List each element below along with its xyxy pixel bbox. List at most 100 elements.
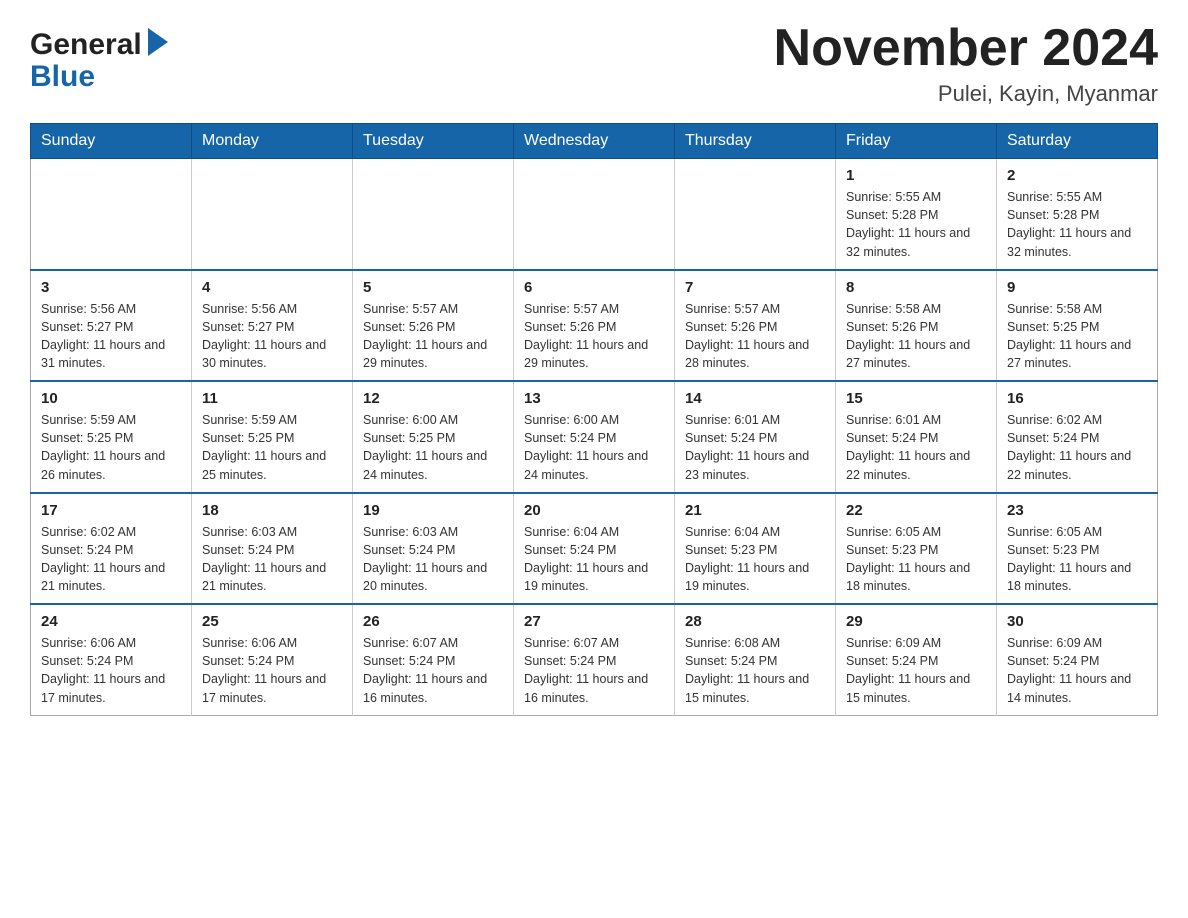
logo-svg: General Blue (30, 20, 190, 92)
day-number: 19 (363, 502, 503, 519)
calendar-cell: 11 Sunrise: 5:59 AM Sunset: 5:25 PM Dayli… (192, 381, 353, 493)
day-number: 10 (41, 390, 181, 407)
day-number: 2 (1007, 167, 1147, 184)
calendar-cell (192, 159, 353, 270)
day-number: 18 (202, 502, 342, 519)
page-header: General Blue November 2024 Pulei, Kayin,… (30, 20, 1158, 107)
weekday-header-row: SundayMondayTuesdayWednesdayThursdayFrid… (31, 124, 1158, 159)
calendar-cell: 10 Sunrise: 5:59 AM Sunset: 5:25 PM Dayli… (31, 381, 192, 493)
day-info: Sunrise: 6:02 AM Sunset: 5:24 PM Dayligh… (41, 523, 181, 596)
day-number: 24 (41, 613, 181, 630)
day-info: Sunrise: 5:59 AM Sunset: 5:25 PM Dayligh… (41, 411, 181, 484)
calendar-row-4: 17 Sunrise: 6:02 AM Sunset: 5:24 PM Dayli… (31, 493, 1158, 605)
day-number: 1 (846, 167, 986, 184)
calendar-cell: 3 Sunrise: 5:56 AM Sunset: 5:27 PM Daylig… (31, 270, 192, 382)
calendar-cell: 9Sunrise: 5:58 AM Sunset: 5:25 PM Daylig… (997, 270, 1158, 382)
month-title: November 2024 (774, 20, 1158, 77)
calendar-cell: 2 Sunrise: 5:55 AM Sunset: 5:28 PM Daylig… (997, 159, 1158, 270)
day-info: Sunrise: 5:57 AM Sunset: 5:26 PM Dayligh… (363, 300, 503, 373)
day-info: Sunrise: 5:59 AM Sunset: 5:25 PM Dayligh… (202, 411, 342, 484)
day-info: Sunrise: 5:55 AM Sunset: 5:28 PM Dayligh… (1007, 188, 1147, 261)
day-info: Sunrise: 6:08 AM Sunset: 5:24 PM Dayligh… (685, 634, 825, 707)
day-number: 5 (363, 279, 503, 296)
calendar-row-3: 10 Sunrise: 5:59 AM Sunset: 5:25 PM Dayli… (31, 381, 1158, 493)
day-number: 20 (524, 502, 664, 519)
calendar-cell: 14 Sunrise: 6:01 AM Sunset: 5:24 PM Dayli… (675, 381, 836, 493)
day-info: Sunrise: 6:03 AM Sunset: 5:24 PM Dayligh… (202, 523, 342, 596)
weekday-header-friday: Friday (836, 124, 997, 159)
calendar-row-2: 3 Sunrise: 5:56 AM Sunset: 5:27 PM Daylig… (31, 270, 1158, 382)
day-number: 30 (1007, 613, 1147, 630)
calendar-cell: 21Sunrise: 6:04 AM Sunset: 5:23 PM Dayli… (675, 493, 836, 605)
day-number: 6 (524, 279, 664, 296)
day-number: 28 (685, 613, 825, 630)
day-info: Sunrise: 6:04 AM Sunset: 5:23 PM Dayligh… (685, 523, 825, 596)
day-number: 9 (1007, 279, 1147, 296)
calendar-row-5: 24 Sunrise: 6:06 AM Sunset: 5:24 PM Dayli… (31, 604, 1158, 715)
location-subtitle: Pulei, Kayin, Myanmar (774, 81, 1158, 107)
calendar-cell: 1 Sunrise: 5:55 AM Sunset: 5:28 PM Daylig… (836, 159, 997, 270)
calendar-cell: 17 Sunrise: 6:02 AM Sunset: 5:24 PM Dayli… (31, 493, 192, 605)
day-info: Sunrise: 6:05 AM Sunset: 5:23 PM Dayligh… (846, 523, 986, 596)
day-number: 23 (1007, 502, 1147, 519)
day-number: 11 (202, 390, 342, 407)
day-info: Sunrise: 6:07 AM Sunset: 5:24 PM Dayligh… (524, 634, 664, 707)
day-info: Sunrise: 6:05 AM Sunset: 5:23 PM Dayligh… (1007, 523, 1147, 596)
weekday-header-monday: Monday (192, 124, 353, 159)
calendar-cell: 30 Sunrise: 6:09 AM Sunset: 5:24 PM Dayli… (997, 604, 1158, 715)
calendar-row-1: 1 Sunrise: 5:55 AM Sunset: 5:28 PM Daylig… (31, 159, 1158, 270)
day-info: Sunrise: 5:56 AM Sunset: 5:27 PM Dayligh… (41, 300, 181, 373)
calendar-cell: 13 Sunrise: 6:00 AM Sunset: 5:24 PM Dayli… (514, 381, 675, 493)
day-info: Sunrise: 6:09 AM Sunset: 5:24 PM Dayligh… (846, 634, 986, 707)
day-info: Sunrise: 6:01 AM Sunset: 5:24 PM Dayligh… (685, 411, 825, 484)
calendar-cell: 29 Sunrise: 6:09 AM Sunset: 5:24 PM Dayli… (836, 604, 997, 715)
day-info: Sunrise: 6:00 AM Sunset: 5:25 PM Dayligh… (363, 411, 503, 484)
weekday-header-tuesday: Tuesday (353, 124, 514, 159)
calendar-cell: 15 Sunrise: 6:01 AM Sunset: 5:24 PM Dayli… (836, 381, 997, 493)
calendar-cell: 23 Sunrise: 6:05 AM Sunset: 5:23 PM Dayli… (997, 493, 1158, 605)
calendar-cell (353, 159, 514, 270)
day-info: Sunrise: 5:57 AM Sunset: 5:26 PM Dayligh… (685, 300, 825, 373)
day-number: 16 (1007, 390, 1147, 407)
calendar-cell (514, 159, 675, 270)
day-info: Sunrise: 6:03 AM Sunset: 5:24 PM Dayligh… (363, 523, 503, 596)
day-info: Sunrise: 6:02 AM Sunset: 5:24 PM Dayligh… (1007, 411, 1147, 484)
calendar-cell: 8Sunrise: 5:58 AM Sunset: 5:26 PM Daylig… (836, 270, 997, 382)
calendar-cell: 6 Sunrise: 5:57 AM Sunset: 5:26 PM Daylig… (514, 270, 675, 382)
day-number: 3 (41, 279, 181, 296)
weekday-header-thursday: Thursday (675, 124, 836, 159)
day-number: 27 (524, 613, 664, 630)
day-number: 17 (41, 502, 181, 519)
day-info: Sunrise: 6:06 AM Sunset: 5:24 PM Dayligh… (202, 634, 342, 707)
day-number: 29 (846, 613, 986, 630)
day-number: 12 (363, 390, 503, 407)
day-info: Sunrise: 6:09 AM Sunset: 5:24 PM Dayligh… (1007, 634, 1147, 707)
day-info: Sunrise: 5:57 AM Sunset: 5:26 PM Dayligh… (524, 300, 664, 373)
day-number: 14 (685, 390, 825, 407)
weekday-header-wednesday: Wednesday (514, 124, 675, 159)
day-info: Sunrise: 6:00 AM Sunset: 5:24 PM Dayligh… (524, 411, 664, 484)
calendar-cell: 12 Sunrise: 6:00 AM Sunset: 5:25 PM Dayli… (353, 381, 514, 493)
calendar-cell: 26Sunrise: 6:07 AM Sunset: 5:24 PM Dayli… (353, 604, 514, 715)
calendar-cell: 20Sunrise: 6:04 AM Sunset: 5:24 PM Dayli… (514, 493, 675, 605)
calendar-cell: 18 Sunrise: 6:03 AM Sunset: 5:24 PM Dayli… (192, 493, 353, 605)
day-number: 25 (202, 613, 342, 630)
calendar-cell: 5 Sunrise: 5:57 AM Sunset: 5:26 PM Daylig… (353, 270, 514, 382)
title-area: November 2024 Pulei, Kayin, Myanmar (774, 20, 1158, 107)
calendar-cell: 27 Sunrise: 6:07 AM Sunset: 5:24 PM Dayli… (514, 604, 675, 715)
day-number: 15 (846, 390, 986, 407)
calendar-cell: 28 Sunrise: 6:08 AM Sunset: 5:24 PM Dayli… (675, 604, 836, 715)
day-info: Sunrise: 6:07 AM Sunset: 5:24 PM Dayligh… (363, 634, 503, 707)
day-number: 22 (846, 502, 986, 519)
calendar-cell: 16 Sunrise: 6:02 AM Sunset: 5:24 PM Dayli… (997, 381, 1158, 493)
calendar-cell: 7Sunrise: 5:57 AM Sunset: 5:26 PM Daylig… (675, 270, 836, 382)
day-number: 13 (524, 390, 664, 407)
calendar-cell (675, 159, 836, 270)
svg-text:Blue: Blue (30, 60, 95, 92)
calendar-cell (31, 159, 192, 270)
day-info: Sunrise: 5:55 AM Sunset: 5:28 PM Dayligh… (846, 188, 986, 261)
day-info: Sunrise: 6:01 AM Sunset: 5:24 PM Dayligh… (846, 411, 986, 484)
calendar-cell: 4Sunrise: 5:56 AM Sunset: 5:27 PM Daylig… (192, 270, 353, 382)
calendar-cell: 19 Sunrise: 6:03 AM Sunset: 5:24 PM Dayli… (353, 493, 514, 605)
weekday-header-sunday: Sunday (31, 124, 192, 159)
